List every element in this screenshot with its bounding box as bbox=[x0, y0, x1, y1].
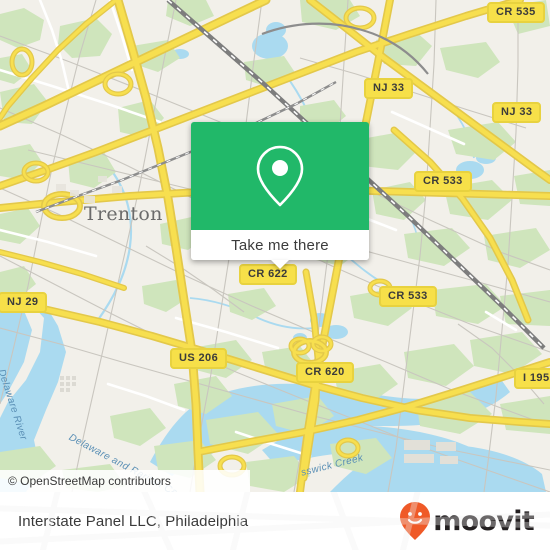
bottom-info-bar: Interstate Panel LLC, Philadelphia moovi… bbox=[0, 492, 550, 550]
road-shield-nj-33-east[interactable]: NJ 33 bbox=[492, 102, 542, 123]
location-popup-card[interactable]: Take me there bbox=[191, 122, 369, 269]
popup-header bbox=[191, 122, 369, 230]
osm-attribution-text: © OpenStreetMap contributors bbox=[8, 474, 171, 488]
road-shield-cr-620[interactable]: CR 620 bbox=[296, 362, 354, 383]
map-pin-icon bbox=[256, 145, 304, 207]
moovit-logo[interactable]: moovit bbox=[399, 501, 535, 541]
place-title: Interstate Panel LLC, Philadelphia bbox=[18, 512, 249, 530]
road-shield-us-206[interactable]: US 206 bbox=[170, 348, 228, 369]
take-me-there-label: Take me there bbox=[231, 236, 329, 254]
moovit-smiley-pin-icon bbox=[400, 502, 431, 540]
road-shield-i-195[interactable]: I 195 bbox=[514, 368, 550, 389]
road-shield-cr-533-north[interactable]: CR 533 bbox=[414, 171, 472, 192]
popup-pointer-tail bbox=[271, 260, 289, 269]
road-shield-nj-33-north[interactable]: NJ 33 bbox=[364, 78, 414, 99]
take-me-there-button[interactable]: Take me there bbox=[191, 230, 369, 260]
osm-attribution[interactable]: © OpenStreetMap contributors bbox=[0, 470, 250, 492]
road-shield-nj-29[interactable]: NJ 29 bbox=[0, 292, 48, 313]
road-shield-cr-533-south[interactable]: CR 533 bbox=[379, 286, 437, 307]
map-canvas[interactable]: Trenton Delaware River Delaware and Rari… bbox=[0, 0, 550, 492]
road-shield-cr-535[interactable]: CR 535 bbox=[487, 2, 545, 23]
moovit-wordmark: moovit bbox=[433, 505, 534, 537]
